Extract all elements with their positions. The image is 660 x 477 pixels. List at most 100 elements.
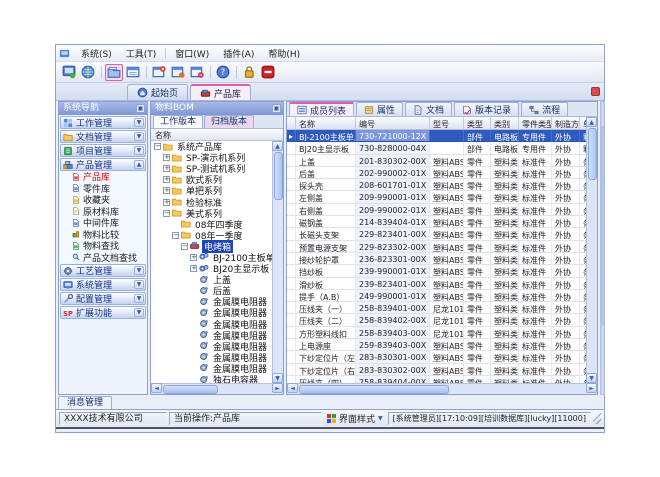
table-row[interactable]: BJ20主显示板730-828000-04X部件电路板专用件外协颗 (287, 142, 586, 154)
expand-icon[interactable]: + (190, 265, 197, 272)
members-tab[interactable]: 文档 (405, 102, 452, 116)
chevron-up-icon[interactable]: ▲ (134, 160, 144, 169)
column-header[interactable]: 制造方式 (552, 117, 580, 130)
column-header[interactable]: 类别 (491, 117, 519, 130)
bom-tab[interactable]: 工作版本 (153, 115, 203, 128)
table-row[interactable]: 滑纱板239-823401-00X塑料ABS零件塑料类标准件外协条 (287, 278, 586, 290)
menu-item[interactable]: 系统(S) (74, 46, 119, 61)
table-row[interactable]: ▸BJ-2100主板单点730-721000-12X部件电路板专用件外协颗 (287, 130, 586, 142)
nav-item[interactable]: 原材料库 (60, 206, 146, 218)
chevron-down-icon[interactable]: ▼ (134, 146, 144, 155)
scroll-right-icon[interactable]: ► (272, 383, 283, 393)
column-header[interactable]: 名称 (296, 117, 356, 130)
help-button[interactable]: ? (214, 64, 232, 81)
scrollbar-thumb[interactable] (299, 385, 449, 394)
document-tab-inactive[interactable]: 起始页 (127, 84, 188, 100)
pin-icon[interactable]: ▣ (136, 104, 145, 113)
chevron-down-icon[interactable]: ▼ (134, 294, 144, 303)
scroll-up-icon[interactable]: ▲ (586, 117, 597, 127)
column-header[interactable]: 编号 (356, 117, 430, 130)
nav-section-header[interactable]: 文档管理▼ (60, 130, 146, 143)
scroll-right-icon[interactable]: ► (586, 383, 597, 393)
lock-button[interactable] (240, 64, 258, 81)
refresh-document-button[interactable] (169, 64, 187, 81)
scroll-left-icon[interactable]: ◄ (287, 383, 298, 393)
table-row[interactable]: 下纱定位片（右）283-830302-00X塑料ABS零件塑料类标准件外协条 (287, 364, 586, 376)
nav-item[interactable]: 产品库 (60, 171, 146, 183)
pin-icon[interactable]: ▣ (272, 104, 281, 113)
product-library-button[interactable] (105, 64, 123, 81)
members-tab[interactable]: 版本记录 (454, 102, 519, 116)
table-row[interactable]: 预置电源支架229-823302-00X塑料ABS零件塑料类标准件外协条 (287, 241, 586, 253)
collapse-icon[interactable]: − (172, 232, 179, 239)
scroll-up-icon[interactable]: ▲ (272, 141, 283, 151)
table-row[interactable]: 接纱轮护罩236-823301-00X塑料ABS零件塑料类标准件外协条 (287, 253, 586, 265)
column-header[interactable]: 零件类型 (519, 117, 552, 130)
close-document-button[interactable] (150, 64, 168, 81)
table-row[interactable]: 上盖201-830302-00X塑料ABS零件塑料类标准件外协条 (287, 155, 586, 167)
table-row[interactable]: 下纱定位片（左）283-830301-00X塑料ABS零件塑料类标准件外协条 (287, 351, 586, 363)
chevron-down-icon[interactable]: ▼ (134, 266, 144, 275)
ui-style-button[interactable]: 界面样式 ▼ (324, 412, 386, 425)
grid-horizontal-scrollbar[interactable]: ◄ ► (287, 383, 597, 394)
table-row[interactable]: 压线夹（四）258-839404-00X塑料ABS零件塑料类标准件外协条 (287, 376, 586, 383)
menu-item[interactable]: 插件(A) (216, 46, 261, 61)
column-header[interactable]: 类型 (464, 117, 491, 130)
collapse-icon[interactable]: − (154, 143, 161, 150)
tree-column-header[interactable]: 名称 (151, 129, 283, 141)
expand-icon[interactable]: + (190, 254, 197, 261)
grid-vertical-scrollbar[interactable]: ▲ ▼ (586, 117, 597, 383)
table-row[interactable]: 磁钢盖214-839404-01X塑料ABS零件塑料类标准件外协条 (287, 216, 586, 228)
scrollbar-thumb[interactable] (601, 126, 604, 326)
table-row[interactable]: 右侧盖209-990002-01X塑料ABS零件塑料类标准件外协条 (287, 204, 586, 216)
table-row[interactable]: 方形塑料线扣258-839403-00X尼龙1010零件塑料类标准件外协条 (287, 327, 586, 339)
chevron-down-icon[interactable]: ▼ (134, 280, 144, 289)
collapse-icon[interactable]: − (181, 243, 188, 250)
nav-section-header[interactable]: SP扩展功能▼ (60, 306, 146, 319)
chevron-down-icon[interactable]: ▼ (134, 118, 144, 127)
nav-item[interactable]: 收藏夹 (60, 194, 146, 206)
members-tab[interactable]: 属性 (356, 102, 403, 116)
menu-item[interactable]: 帮助(H) (261, 46, 307, 61)
window-list-button[interactable] (124, 64, 142, 81)
nav-section-header[interactable]: 系统管理▼ (60, 278, 146, 291)
expand-icon[interactable]: + (163, 187, 170, 194)
chevron-down-icon[interactable]: ▼ (134, 132, 144, 141)
menu-item[interactable]: 工具(T) (119, 46, 164, 61)
bom-tab[interactable]: 归档版本 (204, 115, 254, 128)
export-document-button[interactable] (188, 64, 206, 81)
scrollbar-thumb[interactable] (588, 128, 597, 180)
workspace-button[interactable] (60, 64, 78, 81)
nav-section-header[interactable]: 工作管理▼ (60, 116, 146, 129)
collapse-icon[interactable]: − (163, 210, 170, 217)
nav-item[interactable]: 物料查找 (60, 240, 146, 252)
message-panel-tab[interactable]: 消息管理 (58, 396, 112, 409)
nav-item[interactable]: 产品文档查找 (60, 252, 146, 264)
tabstrip-close-button[interactable] (591, 87, 600, 96)
menu-item[interactable]: 窗口(W) (168, 46, 216, 61)
table-row[interactable]: 上电源座259-839403-00X塑料ABS零件塑料类标准件外协条 (287, 339, 586, 351)
expand-icon[interactable]: + (163, 154, 170, 161)
table-row[interactable]: 左侧盖209-990001-01X塑料ABS零件塑料类标准件外协条 (287, 191, 586, 203)
nav-section-header[interactable]: 配置管理▼ (60, 292, 146, 305)
exit-button[interactable] (259, 64, 277, 81)
scrollbar-thumb[interactable] (163, 385, 218, 394)
web-browser-button[interactable] (79, 64, 97, 81)
members-tab[interactable]: 流程 (521, 102, 568, 116)
members-tab[interactable]: 成员列表 (289, 102, 354, 116)
column-header[interactable]: 型号 (430, 117, 464, 130)
tree-horizontal-scrollbar[interactable]: ◄ ► (151, 383, 283, 394)
scroll-left-icon[interactable]: ◄ (151, 383, 162, 393)
chevron-down-icon[interactable]: ▼ (134, 308, 144, 317)
table-row[interactable]: 挡纱板239-990001-01X塑料ABS零件塑料类标准件外协条 (287, 265, 586, 277)
expand-icon[interactable]: + (163, 176, 170, 183)
document-tab-active[interactable]: 产品库 (190, 84, 251, 100)
nav-section-header[interactable]: 工艺管理▼ (60, 264, 146, 277)
table-row[interactable]: 长磁头支架229-823401-00X塑料ABS零件塑料类标准件外协条 (287, 228, 586, 240)
tree-vertical-scrollbar[interactable]: ▲ ▼ (272, 141, 283, 383)
panel-vertical-scrollbar[interactable] (600, 101, 605, 395)
scroll-down-icon[interactable]: ▼ (272, 373, 283, 383)
nav-item[interactable]: 中间件库 (60, 217, 146, 229)
expand-icon[interactable]: + (163, 199, 170, 206)
tree-node[interactable]: 独石电容器 (151, 374, 272, 383)
